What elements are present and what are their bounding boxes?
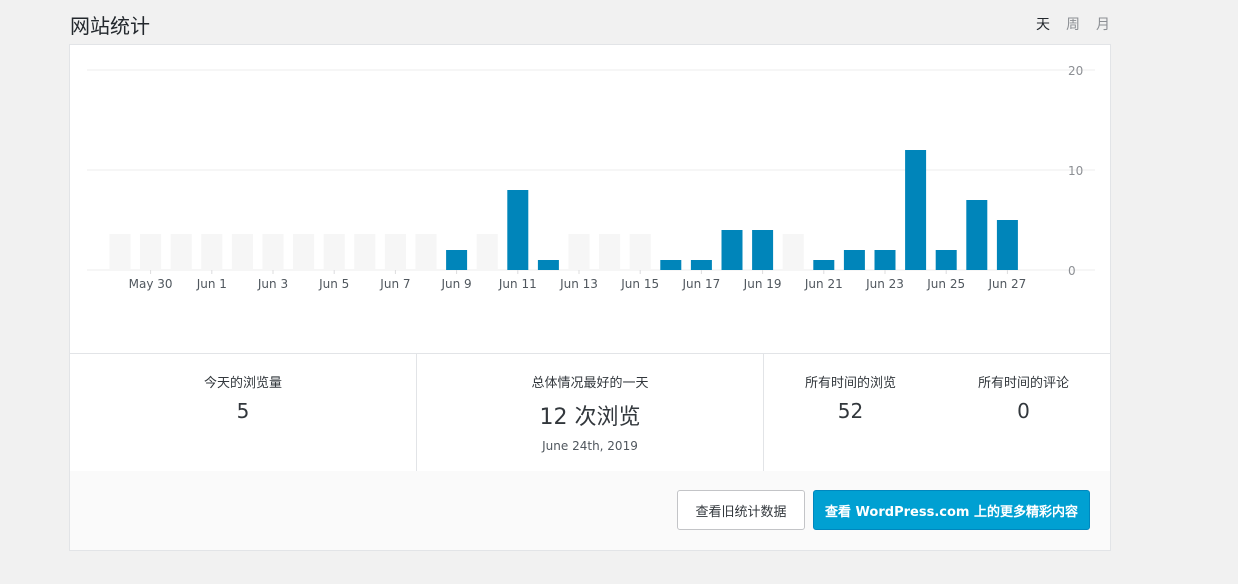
- x-tick-label: Jun 11: [498, 277, 537, 291]
- stats-summary: 今天的浏览量 5 总体情况最好的一天 12 次浏览 June 24th, 201…: [70, 353, 1110, 472]
- chart-bar[interactable]: [996, 220, 1018, 270]
- chart-bar[interactable]: [721, 230, 743, 270]
- chart-bar[interactable]: [966, 200, 988, 270]
- chart-bar[interactable]: [109, 234, 131, 270]
- x-tick-label: Jun 13: [559, 277, 598, 291]
- x-tick-label: Jun 25: [926, 277, 965, 291]
- tab-day[interactable]: 天: [1036, 14, 1050, 34]
- y-tick-label: 10: [1068, 164, 1083, 178]
- page-title: 网站统计: [70, 14, 150, 38]
- x-tick-label: Jun 19: [743, 277, 782, 291]
- x-tick-label: May 30: [129, 277, 173, 291]
- x-tick-label: Jun 15: [620, 277, 659, 291]
- chart-bar[interactable]: [874, 250, 896, 270]
- tab-month[interactable]: 月: [1096, 14, 1110, 34]
- chart-bar[interactable]: [660, 260, 682, 270]
- stats-card: 0 10 20 May 30 Jun 1 Jun 3 Jun 5 Jun 7 Jun 9 Jun …: [69, 44, 1111, 551]
- stat-best-day-label: 总体情况最好的一天: [531, 376, 649, 391]
- x-tick-label: Jun 1: [196, 277, 227, 291]
- chart-bar[interactable]: [690, 260, 712, 270]
- x-tick-label: Jun 21: [804, 277, 843, 291]
- stat-all-time-views-value: 52: [837, 399, 864, 423]
- views-chart: 0 10 20 May 30 Jun 1 Jun 3 Jun 5 Jun 7 Jun 9 Jun …: [70, 45, 1110, 353]
- chart-bar[interactable]: [140, 234, 162, 270]
- chart-bar[interactable]: [293, 234, 315, 270]
- chart-bar[interactable]: [507, 190, 529, 270]
- chart-bar[interactable]: [446, 250, 468, 270]
- stat-all-time-views: 所有时间的浏览 52: [764, 372, 937, 471]
- chart-bar[interactable]: [354, 234, 376, 270]
- chart-bar[interactable]: [476, 234, 498, 270]
- y-tick-label: 20: [1068, 64, 1083, 78]
- stat-all-time-comments: 所有时间的评论 0: [937, 372, 1110, 471]
- x-tick-label: Jun 27: [987, 277, 1026, 291]
- x-tick-label: Jun 7: [379, 277, 410, 291]
- chart-bar[interactable]: [323, 234, 345, 270]
- stat-today-label: 今天的浏览量: [203, 376, 282, 391]
- chart-bar[interactable]: [752, 230, 774, 270]
- stat-today-value: 5: [236, 399, 250, 423]
- chart-bar[interactable]: [384, 234, 406, 270]
- chart-bar[interactable]: [262, 234, 284, 270]
- chart-bar[interactable]: [935, 250, 957, 270]
- x-tick-label: Jun 23: [865, 277, 904, 291]
- chart-bar[interactable]: [568, 234, 590, 270]
- period-tabs: 天 周 月: [1036, 14, 1110, 34]
- chart-bar[interactable]: [782, 234, 804, 270]
- card-footer: 查看旧统计数据 查看 WordPress.com 上的更多精彩内容: [70, 471, 1110, 550]
- chart-bar[interactable]: [843, 250, 865, 270]
- stat-all-time: 所有时间的浏览 52 所有时间的评论 0: [764, 354, 1110, 471]
- chart-bar[interactable]: [201, 234, 223, 270]
- chart-bar[interactable]: [231, 234, 253, 270]
- stat-best-day-date: June 24th, 2019: [542, 439, 638, 453]
- chart-bar[interactable]: [813, 260, 835, 270]
- x-tick-label: Jun 5: [318, 277, 349, 291]
- legacy-stats-button[interactable]: 查看旧统计数据: [677, 490, 805, 530]
- chart-bar[interactable]: [905, 150, 927, 270]
- x-tick-label: Jun 17: [681, 277, 720, 291]
- stat-today: 今天的浏览量 5: [70, 354, 417, 471]
- stat-best-day: 总体情况最好的一天 12 次浏览 June 24th, 2019: [417, 354, 764, 471]
- stat-all-time-comments-label: 所有时间的评论: [977, 376, 1069, 391]
- x-tick-label: Jun 9: [440, 277, 471, 291]
- chart-bar[interactable]: [599, 234, 621, 270]
- chart-bar[interactable]: [629, 234, 651, 270]
- stat-all-time-comments-value: 0: [1017, 399, 1030, 423]
- views-bar-chart: 0 10 20 May 30 Jun 1 Jun 3 Jun 5 Jun 7 Jun 9 Jun …: [87, 64, 1095, 291]
- wordpress-com-button[interactable]: 查看 WordPress.com 上的更多精彩内容: [813, 490, 1090, 530]
- stat-best-day-value: 12 次浏览: [539, 405, 641, 430]
- chart-bar[interactable]: [170, 234, 192, 270]
- stat-all-time-views-label: 所有时间的浏览: [804, 376, 896, 391]
- tab-week[interactable]: 周: [1066, 14, 1080, 34]
- x-tick-label: Jun 3: [257, 277, 288, 291]
- y-tick-label: 0: [1068, 264, 1076, 278]
- chart-bar[interactable]: [415, 234, 437, 270]
- chart-bar[interactable]: [537, 260, 559, 270]
